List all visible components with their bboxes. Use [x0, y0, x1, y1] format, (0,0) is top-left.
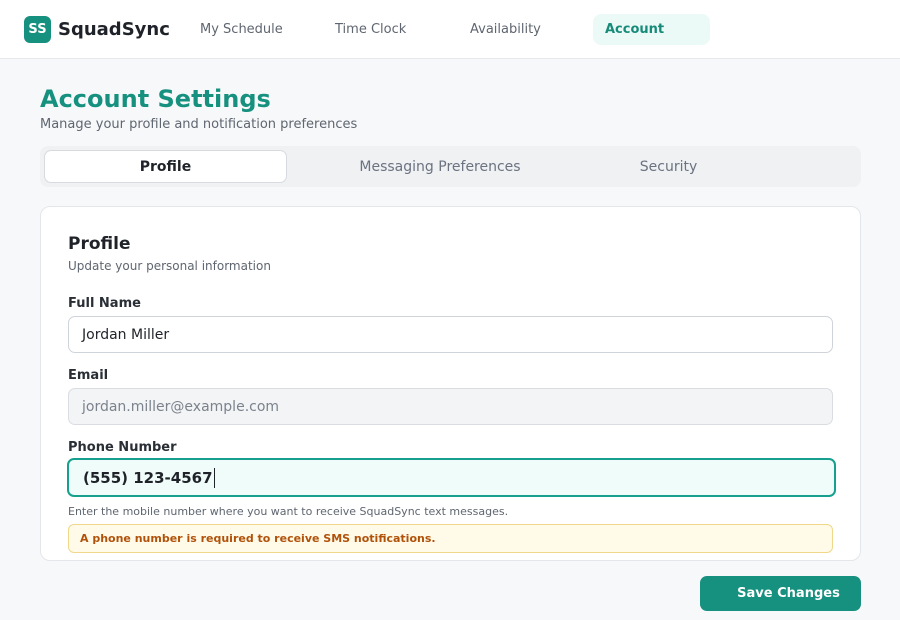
email-value: jordan.miller@example.com — [82, 398, 280, 415]
full-name-value: Jordan Miller — [82, 326, 170, 343]
text-cursor — [213, 467, 215, 488]
page-subtitle: Manage your profile and notification pre… — [40, 117, 358, 132]
email-input[interactable]: jordan.miller@example.com — [68, 388, 833, 425]
phone-number-value: (555) 123-4567 — [83, 468, 213, 487]
top-navigation-bar: SS SquadSync My Schedule Time Clock Avai… — [0, 0, 900, 59]
full-name-label: Full Name — [68, 296, 141, 311]
nav-item-account[interactable]: Account — [593, 14, 710, 45]
tab-messaging-preferences[interactable]: Messaging Preferences — [330, 150, 550, 183]
full-name-input[interactable]: Jordan Miller — [68, 316, 833, 353]
app-name: SquadSync — [58, 19, 170, 40]
sms-warning-banner: A phone number is required to receive SM… — [68, 524, 833, 553]
tab-profile[interactable]: Profile — [44, 150, 287, 183]
page-title: Account Settings — [40, 85, 271, 113]
phone-number-input[interactable]: (555) 123-4567 — [67, 458, 836, 497]
email-label: Email — [68, 368, 109, 383]
tab-security[interactable]: Security — [600, 150, 737, 183]
card-subtitle: Update your personal information — [68, 259, 271, 273]
phone-number-label: Phone Number — [68, 440, 177, 455]
sms-warning-text: A phone number is required to receive SM… — [80, 532, 436, 545]
logo-badge: SS — [24, 16, 51, 43]
settings-tabs: Profile Messaging Preferences Security — [40, 146, 861, 187]
phone-help-text: Enter the mobile number where you want t… — [68, 505, 509, 518]
nav-item-availability[interactable]: Availability — [470, 14, 541, 45]
nav-item-my-schedule[interactable]: My Schedule — [200, 14, 283, 45]
profile-card: Profile Update your personal information… — [40, 206, 861, 561]
nav-item-time-clock[interactable]: Time Clock — [335, 14, 406, 45]
card-title: Profile — [68, 234, 131, 254]
save-changes-button[interactable]: Save Changes — [700, 576, 861, 611]
